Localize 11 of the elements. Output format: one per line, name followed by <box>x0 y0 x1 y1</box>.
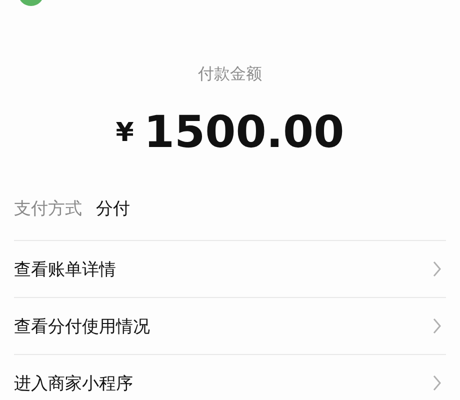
amount-value: 1500.00 <box>144 108 344 158</box>
chevron-right-icon <box>432 261 442 277</box>
currency-symbol: ¥ <box>116 118 134 148</box>
payment-method-label: 支付方式 <box>14 198 82 220</box>
payment-method-value: 分付 <box>96 198 130 220</box>
menu-item[interactable]: 查看分付使用情况 <box>14 314 150 338</box>
menu-item[interactable]: 进入商家小程序 <box>14 372 133 394</box>
chevron-right-icon <box>432 375 442 391</box>
menu-item[interactable]: 查看账单详情 <box>14 258 116 280</box>
chevron-right-icon <box>432 318 442 334</box>
amount-label: 付款金额 <box>197 64 263 84</box>
